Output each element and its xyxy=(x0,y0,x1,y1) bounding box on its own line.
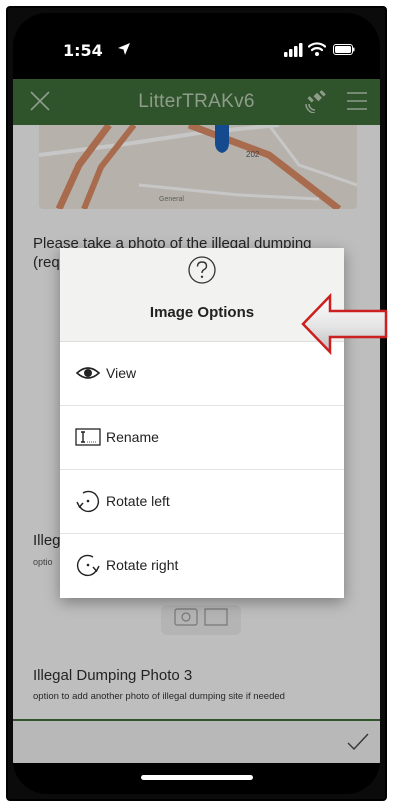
option-rename[interactable]: Rename xyxy=(60,406,344,470)
eye-icon xyxy=(75,367,101,379)
option-view-label: View xyxy=(106,365,137,381)
rotate-right-icon xyxy=(76,554,100,577)
rename-icon xyxy=(75,428,101,446)
home-indicator-area xyxy=(13,763,380,794)
cellular-signal-icon xyxy=(284,43,303,57)
phone-screen: 1:54 LitterTRAKv6 202 General Please tak… xyxy=(13,13,380,794)
option-rename-label: Rename xyxy=(106,429,159,445)
option-rotate-left-label: Rotate left xyxy=(106,493,170,509)
wifi-icon xyxy=(308,42,326,56)
status-time: 1:54 xyxy=(63,41,103,60)
rotate-left-icon xyxy=(76,490,100,513)
question-circle-icon xyxy=(188,256,216,284)
home-indicator[interactable] xyxy=(141,775,253,780)
battery-icon xyxy=(333,44,355,55)
status-bar: 1:54 xyxy=(13,13,380,79)
option-rotate-right[interactable]: Rotate right xyxy=(60,534,344,598)
option-rotate-right-label: Rotate right xyxy=(106,557,179,573)
annotation-arrow xyxy=(301,293,388,355)
option-rotate-left[interactable]: Rotate left xyxy=(60,470,344,534)
location-arrow-icon xyxy=(118,43,130,55)
